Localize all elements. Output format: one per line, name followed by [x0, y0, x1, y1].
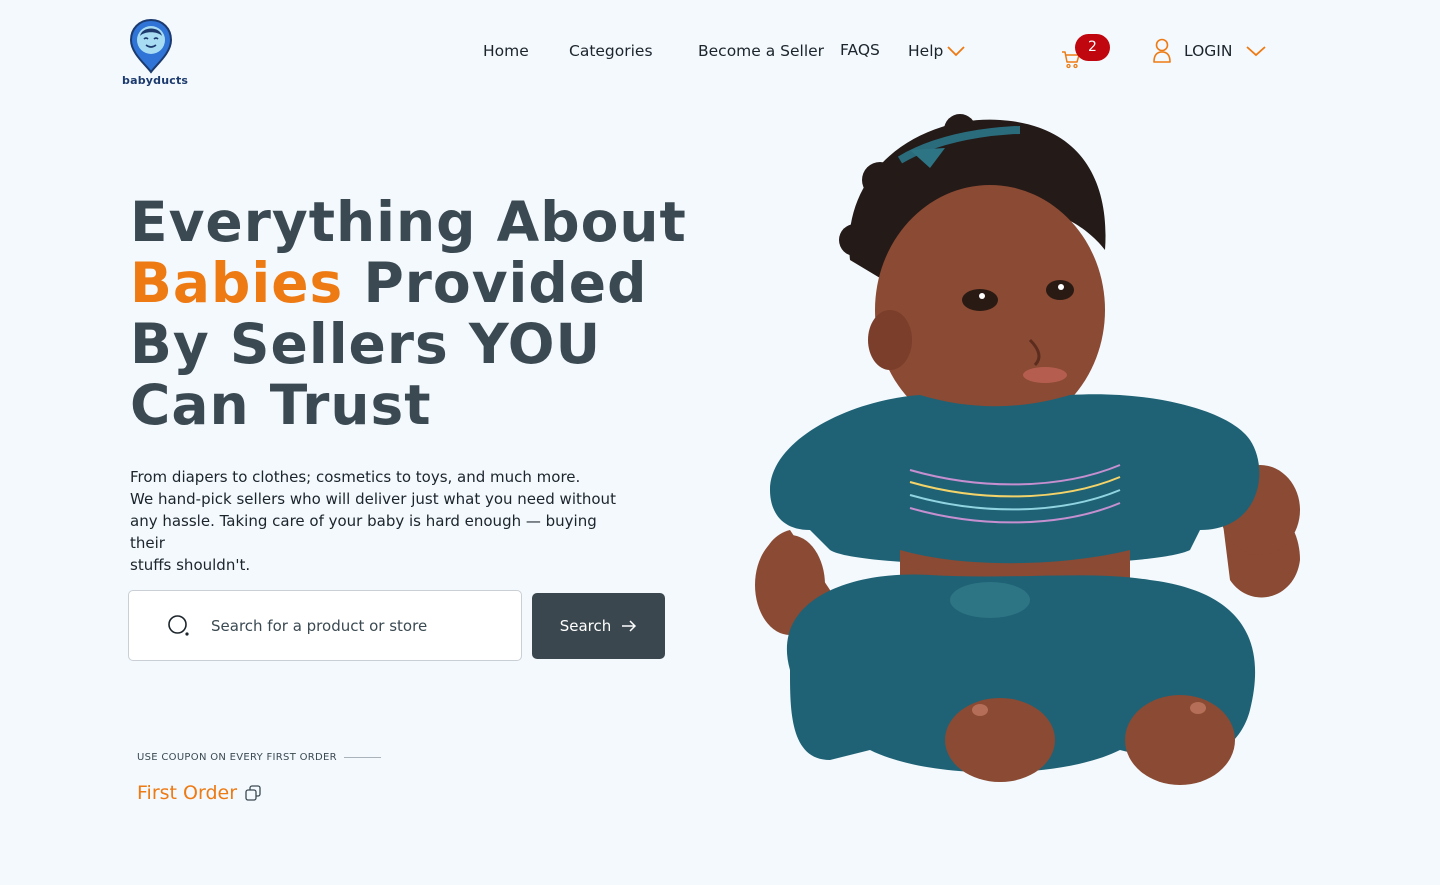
headline-part4: Can Trust [130, 373, 432, 437]
user-icon [1153, 38, 1171, 63]
nav-faqs[interactable]: FAQS [840, 41, 880, 59]
cart-count-badge: 2 [1075, 34, 1110, 61]
coupon-code[interactable]: First Order [137, 782, 261, 804]
login-label: LOGIN [1184, 42, 1233, 60]
hero-description: From diapers to clothes; cosmetics to to… [130, 466, 630, 576]
description-line3: any hassle. Taking care of your baby is … [130, 512, 597, 552]
brand-logo[interactable]: babyducts [122, 18, 188, 90]
copy-icon [245, 785, 261, 801]
headline-accent: Babies [130, 251, 344, 315]
headline-part2: Provided [363, 251, 648, 315]
chevron-down-icon [1246, 46, 1267, 57]
search-button-label: Search [559, 617, 612, 635]
description-line4: stuffs shouldn't. [130, 556, 251, 574]
chevron-down-icon [947, 46, 965, 57]
description-line1: From diapers to clothes; cosmetics to to… [130, 468, 581, 486]
search-input[interactable] [211, 616, 501, 635]
headline-part1: Everything About [130, 190, 687, 254]
search-field[interactable] [128, 590, 522, 661]
arrow-right-icon [622, 620, 637, 632]
search-icon [168, 614, 189, 636]
baby-face-pin-icon [129, 18, 173, 74]
coupon-label-text: USE COUPON ON EVERY FIRST ORDER [137, 752, 337, 763]
nav-categories[interactable]: Categories [569, 42, 653, 60]
nav-become-seller[interactable]: Become a Seller [698, 42, 824, 60]
nav-help-label: Help [908, 42, 944, 60]
description-line2: We hand-pick sellers who will deliver ju… [130, 490, 616, 508]
search-button[interactable]: Search [532, 593, 665, 659]
hero-baby-image [755, 114, 1300, 785]
coupon-code-text: First Order [137, 782, 238, 804]
nav-home[interactable]: Home [483, 42, 529, 60]
nav-help[interactable]: Help [908, 42, 965, 60]
coupon-label: USE COUPON ON EVERY FIRST ORDER [137, 752, 381, 763]
headline-part3: By Sellers YOU [130, 312, 602, 376]
login-menu[interactable]: LOGIN [1152, 38, 1267, 64]
brand-name: babyducts [122, 74, 189, 87]
coupon-divider [343, 757, 381, 758]
hero-headline: Everything About Babies Provided By Sell… [130, 192, 770, 436]
